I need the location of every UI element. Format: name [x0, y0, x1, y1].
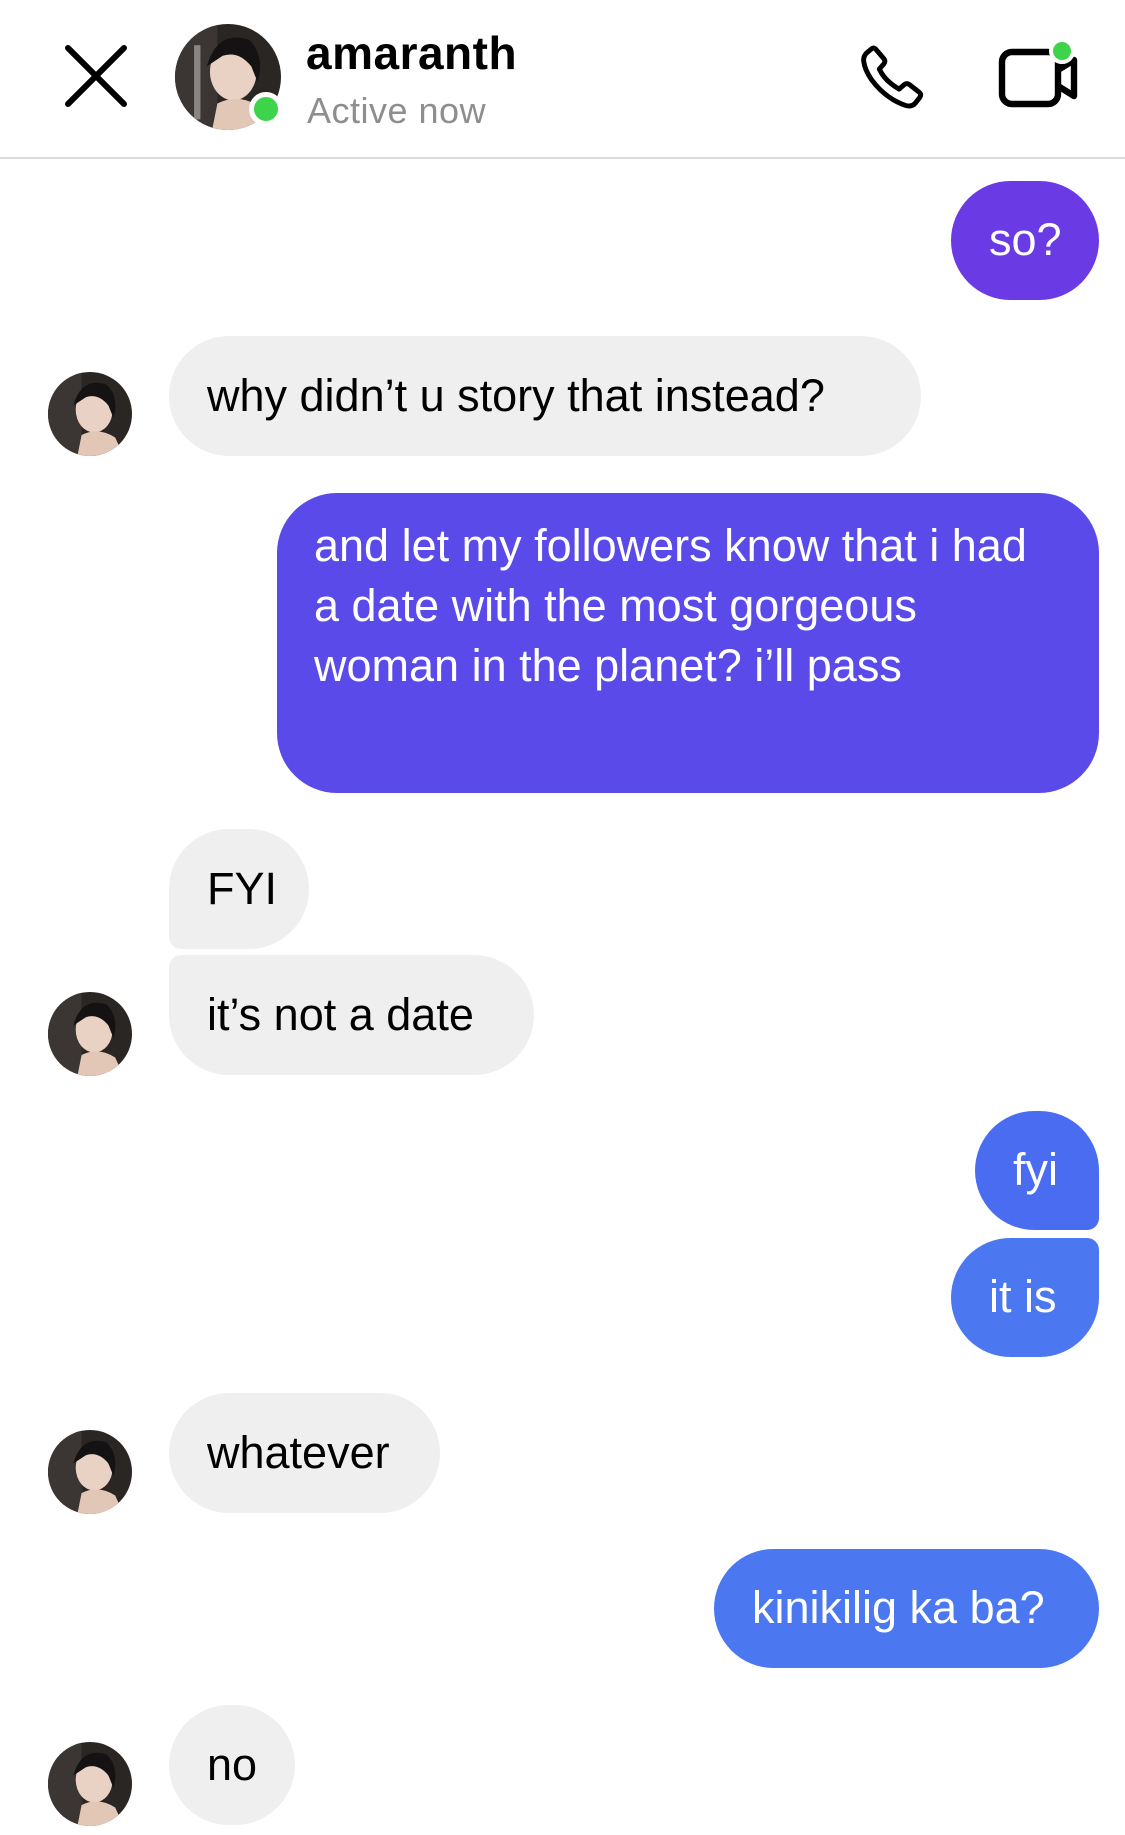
incoming-message[interactable]: it’s not a date	[169, 955, 534, 1075]
outgoing-message[interactable]: so?	[951, 181, 1099, 300]
contact-name[interactable]: amaranth	[306, 26, 517, 80]
close-button[interactable]	[58, 38, 134, 114]
sender-avatar[interactable]	[48, 992, 132, 1076]
incoming-message[interactable]: no	[169, 1705, 295, 1825]
video-call-button[interactable]	[996, 36, 1080, 116]
sender-avatar[interactable]	[48, 372, 132, 456]
close-icon	[65, 45, 127, 107]
outgoing-message[interactable]: fyi	[975, 1111, 1099, 1230]
incoming-message[interactable]: whatever	[169, 1393, 440, 1513]
outgoing-message[interactable]: it is	[951, 1238, 1099, 1357]
sender-avatar[interactable]	[48, 1430, 132, 1514]
incoming-message[interactable]: FYI	[169, 829, 309, 949]
phone-icon	[861, 45, 924, 109]
sender-avatar[interactable]	[48, 1742, 132, 1826]
contact-avatar[interactable]	[175, 24, 283, 130]
online-indicator	[249, 92, 283, 126]
contact-status: Active now	[307, 90, 487, 131]
voice-call-button[interactable]	[852, 38, 932, 118]
outgoing-message[interactable]: and let my followers know that i had a d…	[277, 493, 1099, 793]
incoming-message[interactable]: why didn’t u story that instead?	[169, 336, 921, 456]
outgoing-message[interactable]: kinikilig ka ba?	[714, 1549, 1099, 1668]
video-active-indicator	[1049, 38, 1075, 64]
chat-header: amaranth Active now	[0, 0, 1125, 159]
